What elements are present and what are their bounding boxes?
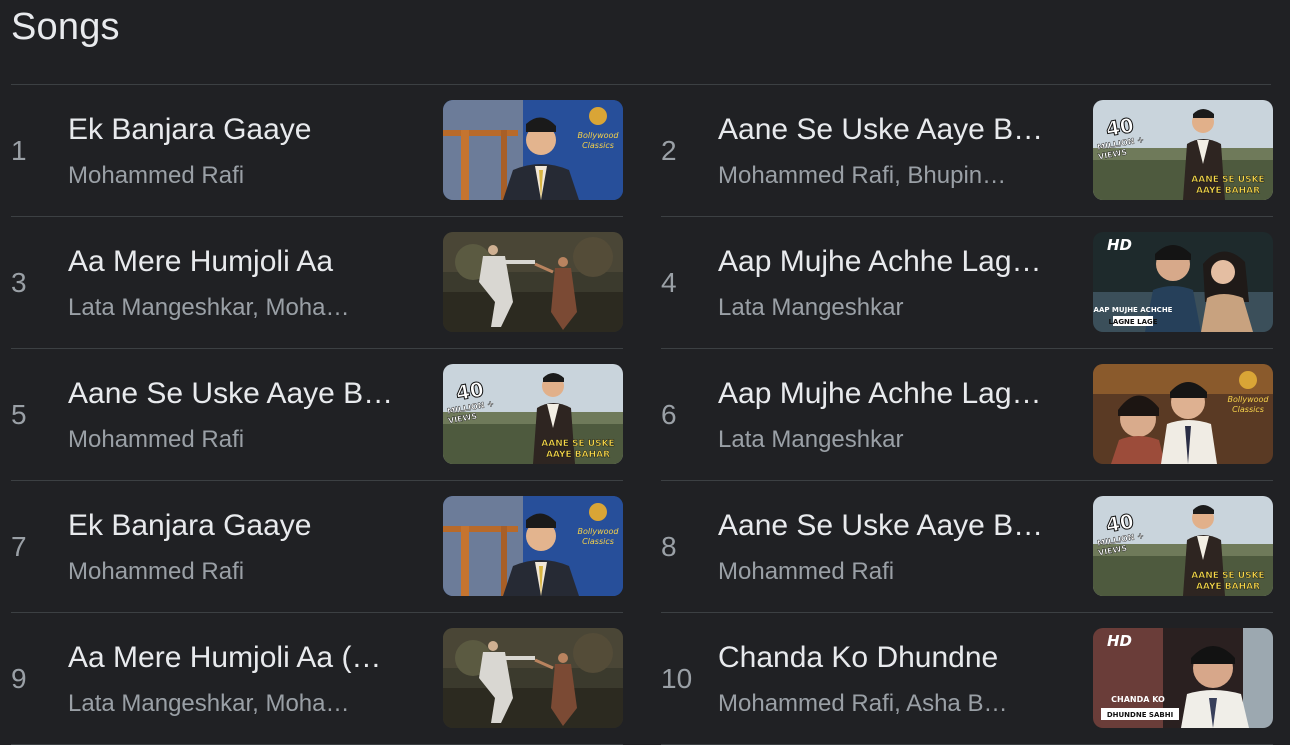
song-artist: Mohammed Rafi (718, 558, 895, 585)
song-artist: Lata Mangeshkar, Moha… (68, 294, 350, 321)
song-artist: Mohammed Rafi, Asha B… (718, 690, 1008, 717)
song-thumbnail[interactable] (443, 628, 623, 728)
song-rank: 9 (11, 663, 27, 694)
song-rank: 8 (661, 531, 677, 562)
song-artist: Lata Mangeshkar (718, 426, 904, 453)
svg-text:AANE SE USKE: AANE SE USKE (1191, 571, 1264, 581)
song-title[interactable]: Aa Mere Humjoli Aa (… (68, 641, 408, 675)
song-row[interactable]: 8 Aane Se Uske Aaye B… Mohammed Rafi 40 … (661, 481, 1273, 613)
song-title[interactable]: Aap Mujhe Achhe Lag… (718, 377, 1058, 411)
song-title[interactable]: Chanda Ko Dhundne (718, 641, 1058, 675)
song-title[interactable]: Aa Mere Humjoli Aa (68, 245, 408, 279)
svg-text:Bollywood: Bollywood (1228, 395, 1270, 404)
song-title[interactable]: Aane Se Uske Aaye B… (718, 113, 1058, 147)
song-thumbnail[interactable] (443, 232, 623, 332)
song-artist: Lata Mangeshkar (718, 294, 904, 321)
svg-text:CHANDA KO: CHANDA KO (1111, 695, 1165, 704)
song-rank: 4 (661, 267, 677, 298)
song-rank: 3 (11, 267, 27, 298)
song-thumbnail[interactable]: 40 MILLION + VIEWS AANE SE USKE AAYE BAH… (1093, 100, 1273, 200)
section-title: Songs (11, 6, 120, 48)
song-thumbnail[interactable]: Bollywood Classics (443, 100, 623, 200)
song-rank: 7 (11, 531, 27, 562)
song-column-right: 2 Aane Se Uske Aaye B… Mohammed Rafi, Bh… (661, 85, 1273, 745)
song-title[interactable]: Ek Banjara Gaaye (68, 113, 408, 147)
svg-text:LAGNE LAGE: LAGNE LAGE (1108, 318, 1157, 326)
song-row[interactable]: 5 Aane Se Uske Aaye B… Mohammed Rafi 40 … (11, 349, 623, 481)
song-artist: Mohammed Rafi (68, 162, 245, 189)
svg-text:AAP MUJHE ACHCHE: AAP MUJHE ACHCHE (1094, 306, 1173, 314)
svg-text:HD: HD (1107, 632, 1132, 650)
song-row[interactable]: 9 Aa Mere Humjoli Aa (… Lata Mangeshkar,… (11, 613, 623, 745)
svg-text:Classics: Classics (1232, 405, 1264, 414)
song-thumbnail[interactable]: 40 MILLION + VIEWS AANE SE USKE AAYE BAH… (443, 364, 623, 464)
song-row[interactable]: 2 Aane Se Uske Aaye B… Mohammed Rafi, Bh… (661, 85, 1273, 217)
song-rank: 6 (661, 399, 677, 430)
song-title[interactable]: Aap Mujhe Achhe Lag… (718, 245, 1058, 279)
song-thumbnail[interactable]: Bollywood Classics (443, 496, 623, 596)
song-thumbnail[interactable]: HD CHANDA KO DHUNDNE SABHI (1093, 628, 1273, 728)
song-artist: Mohammed Rafi, Bhupin… (718, 162, 1007, 189)
song-row[interactable]: 10 Chanda Ko Dhundne Mohammed Rafi, Asha… (661, 613, 1273, 745)
song-row[interactable]: 7 Ek Banjara Gaaye Mohammed Rafi Bollywo… (11, 481, 623, 613)
svg-text:Bollywood: Bollywood (578, 131, 620, 140)
svg-text:Classics: Classics (582, 141, 614, 150)
svg-text:HD: HD (1107, 236, 1132, 254)
song-row[interactable]: 3 Aa Mere Humjoli Aa Lata Mangeshkar, Mo… (11, 217, 623, 349)
song-thumbnail[interactable]: HD AAP MUJHE ACHCHE LAGNE LAGE (1093, 232, 1273, 332)
song-row[interactable]: 6 Aap Mujhe Achhe Lag… Lata Mangeshkar B… (661, 349, 1273, 481)
song-artist: Mohammed Rafi (68, 558, 245, 585)
song-artist: Mohammed Rafi (68, 426, 245, 453)
song-rank: 2 (661, 135, 677, 166)
svg-text:DHUNDNE SABHI: DHUNDNE SABHI (1107, 711, 1173, 719)
svg-text:Bollywood: Bollywood (578, 527, 620, 536)
svg-text:Classics: Classics (582, 537, 614, 546)
song-thumbnail[interactable]: Bollywood Classics (1093, 364, 1273, 464)
song-row[interactable]: 4 Aap Mujhe Achhe Lag… Lata Mangeshkar H… (661, 217, 1273, 349)
svg-text:AANE SE USKE: AANE SE USKE (1191, 175, 1264, 185)
song-title[interactable]: Aane Se Uske Aaye B… (718, 509, 1058, 543)
song-thumbnail[interactable]: 40 MILLION + VIEWS AANE SE USKE AAYE BAH… (1093, 496, 1273, 596)
song-artist: Lata Mangeshkar, Moha… (68, 690, 350, 717)
svg-text:AAYE BAHAR: AAYE BAHAR (1196, 582, 1260, 592)
song-row[interactable]: 1 Ek Banjara Gaaye Mohammed Rafi Bollywo… (11, 85, 623, 217)
song-rank: 10 (661, 663, 693, 694)
song-rank: 5 (11, 399, 27, 430)
song-title[interactable]: Aane Se Uske Aaye B… (68, 377, 408, 411)
svg-text:AAYE BAHAR: AAYE BAHAR (546, 450, 610, 460)
song-rank: 1 (11, 135, 27, 166)
svg-text:AANE SE USKE: AANE SE USKE (541, 439, 614, 449)
svg-text:AAYE BAHAR: AAYE BAHAR (1196, 186, 1260, 196)
song-title[interactable]: Ek Banjara Gaaye (68, 509, 408, 543)
song-column-left: 1 Ek Banjara Gaaye Mohammed Rafi Bollywo… (11, 85, 623, 745)
